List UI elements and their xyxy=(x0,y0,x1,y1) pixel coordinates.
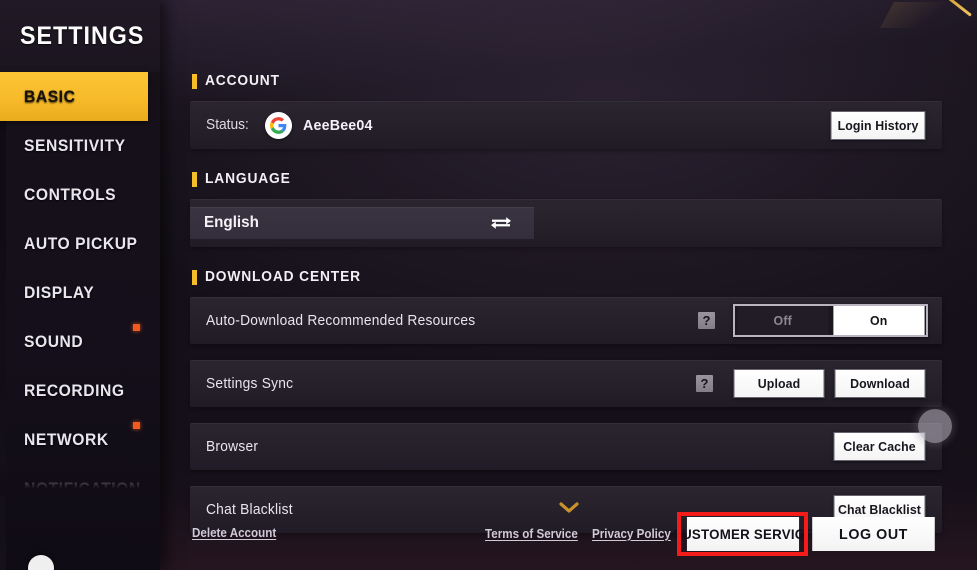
section-header-account: ACCOUNT xyxy=(190,68,942,94)
section-header-language: LANGUAGE xyxy=(190,166,942,192)
sidebar-item-recording[interactable]: RECORDING xyxy=(0,366,160,415)
section-title: DOWNLOAD CENTER xyxy=(205,269,361,285)
sidebar-item-label: SOUND xyxy=(24,331,84,351)
sidebar-item-label: NETWORK xyxy=(24,429,109,449)
sidebar-item-label: BASIC xyxy=(24,86,76,106)
sidebar-item-auto-pickup[interactable]: AUTO PICKUP xyxy=(0,219,160,268)
google-icon xyxy=(265,111,293,139)
toggle-option-off[interactable]: Off xyxy=(737,306,829,335)
sidebar-item-label: RECORDING xyxy=(24,380,125,400)
sidebar: SETTINGS BASIC SENSITIVITY CONTROLS AUTO… xyxy=(0,0,160,570)
log-out-button[interactable]: LOG OUT xyxy=(812,517,935,551)
settings-sync-label: Settings Sync xyxy=(206,375,294,392)
account-row: Status: AeeBee04 Login History xyxy=(190,101,942,149)
terms-of-service-link[interactable]: Terms of Service xyxy=(485,527,578,541)
browser-label: Browser xyxy=(206,438,259,455)
account-status-label: Status: xyxy=(206,117,249,133)
login-history-button[interactable]: Login History xyxy=(830,110,926,140)
sidebar-item-basic[interactable]: BASIC xyxy=(0,72,148,121)
language-selected-value: English xyxy=(204,214,259,231)
section-header-download-center: DOWNLOAD CENTER xyxy=(190,264,942,290)
sidebar-item-sound[interactable]: SOUND xyxy=(0,317,160,366)
section-accent-bar xyxy=(192,269,197,285)
privacy-policy-link[interactable]: Privacy Policy xyxy=(592,527,671,541)
sidebar-header: SETTINGS xyxy=(0,0,160,72)
profile-avatar-icon[interactable] xyxy=(28,555,54,570)
sidebar-item-label: CONTROLS xyxy=(24,184,117,204)
language-select[interactable]: English xyxy=(190,207,534,239)
game-settings-screen: SETTINGS BASIC SENSITIVITY CONTROLS AUTO… xyxy=(0,0,977,570)
section-title: LANGUAGE xyxy=(205,171,291,187)
basic-settings-panel: ACCOUNT Status: AeeBee04 Login History L… xyxy=(190,68,942,533)
section-accent-bar xyxy=(192,171,197,187)
upload-button[interactable]: Upload xyxy=(733,369,825,398)
sidebar-item-sensitivity[interactable]: SENSITIVITY xyxy=(0,121,160,170)
download-button[interactable]: Download xyxy=(834,369,926,398)
sidebar-title: SETTINGS xyxy=(20,21,145,50)
footer-bar: Delete Account Terms of Service Privacy … xyxy=(160,508,977,570)
sidebar-item-display[interactable]: DISPLAY xyxy=(0,268,160,317)
section-accent-bar xyxy=(192,73,197,89)
sidebar-item-network[interactable]: NETWORK xyxy=(0,415,160,464)
sidebar-item-label: NOTIFICATION xyxy=(24,478,141,498)
sidebar-item-controls[interactable]: CONTROLS xyxy=(0,170,160,219)
settings-sync-row: Settings Sync ? Upload Download xyxy=(190,360,942,407)
auto-download-toggle[interactable]: Off On xyxy=(733,304,928,337)
sidebar-item-notification[interactable]: NOTIFICATION xyxy=(0,464,160,513)
language-row: English xyxy=(190,199,942,247)
customer-service-button[interactable]: CUSTOMER SERVICE xyxy=(672,517,814,551)
account-name: AeeBee04 xyxy=(303,116,373,134)
auto-download-label: Auto-Download Recommended Resources xyxy=(206,312,476,329)
browser-row: Browser Clear Cache xyxy=(190,423,942,470)
delete-account-link[interactable]: Delete Account xyxy=(192,526,276,540)
swap-arrows-icon xyxy=(490,215,512,231)
sidebar-nav-list: BASIC SENSITIVITY CONTROLS AUTO PICKUP D… xyxy=(0,72,160,513)
question-mark-icon[interactable]: ? xyxy=(696,375,713,392)
notification-dot-icon xyxy=(133,324,140,331)
question-mark-icon[interactable]: ? xyxy=(698,312,715,329)
section-title: ACCOUNT xyxy=(205,73,280,89)
toggle-option-on[interactable]: On xyxy=(832,306,924,335)
settings-content: ACCOUNT Status: AeeBee04 Login History L… xyxy=(160,0,977,570)
sidebar-item-label: SENSITIVITY xyxy=(24,135,126,155)
clear-cache-button[interactable]: Clear Cache xyxy=(833,432,926,461)
auto-download-row: Auto-Download Recommended Resources ? Of… xyxy=(190,297,942,344)
notification-dot-icon xyxy=(133,422,140,429)
sidebar-item-label: AUTO PICKUP xyxy=(24,233,138,253)
sidebar-item-label: DISPLAY xyxy=(24,282,95,302)
